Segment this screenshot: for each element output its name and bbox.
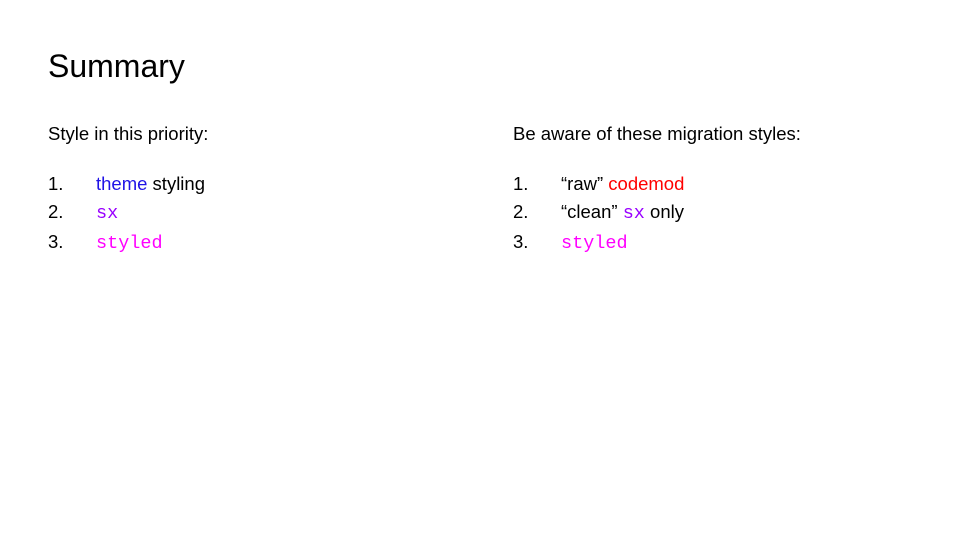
text-run: styled	[561, 233, 628, 254]
text-run: sx	[623, 203, 645, 224]
text-run: “raw”	[561, 173, 608, 194]
right-list: “raw” codemod“clean” sx onlystyled	[513, 170, 933, 257]
text-run: “clean”	[561, 201, 623, 222]
list-item: theme styling	[48, 170, 513, 198]
right-column: Be aware of these migration styles: “raw…	[513, 123, 933, 257]
text-run: styled	[96, 233, 163, 254]
list-item: styled	[48, 228, 513, 258]
columns: Style in this priority: theme styling sx s…	[48, 123, 912, 257]
text-run: codemod	[608, 173, 684, 194]
slide-title: Summary	[48, 48, 912, 85]
left-lead: Style in this priority:	[48, 123, 513, 145]
text-run: sx	[96, 203, 118, 224]
list-item: “raw” codemod	[513, 170, 933, 198]
list-item: sx	[48, 198, 513, 228]
left-column: Style in this priority: theme styling sx s…	[48, 123, 513, 257]
text-run: theme	[96, 173, 147, 194]
right-lead: Be aware of these migration styles:	[513, 123, 933, 145]
list-item: styled	[513, 228, 933, 258]
text-run: styling	[147, 173, 205, 194]
list-item: “clean” sx only	[513, 198, 933, 228]
text-run: only	[645, 201, 684, 222]
left-list: theme styling sx styled	[48, 170, 513, 257]
